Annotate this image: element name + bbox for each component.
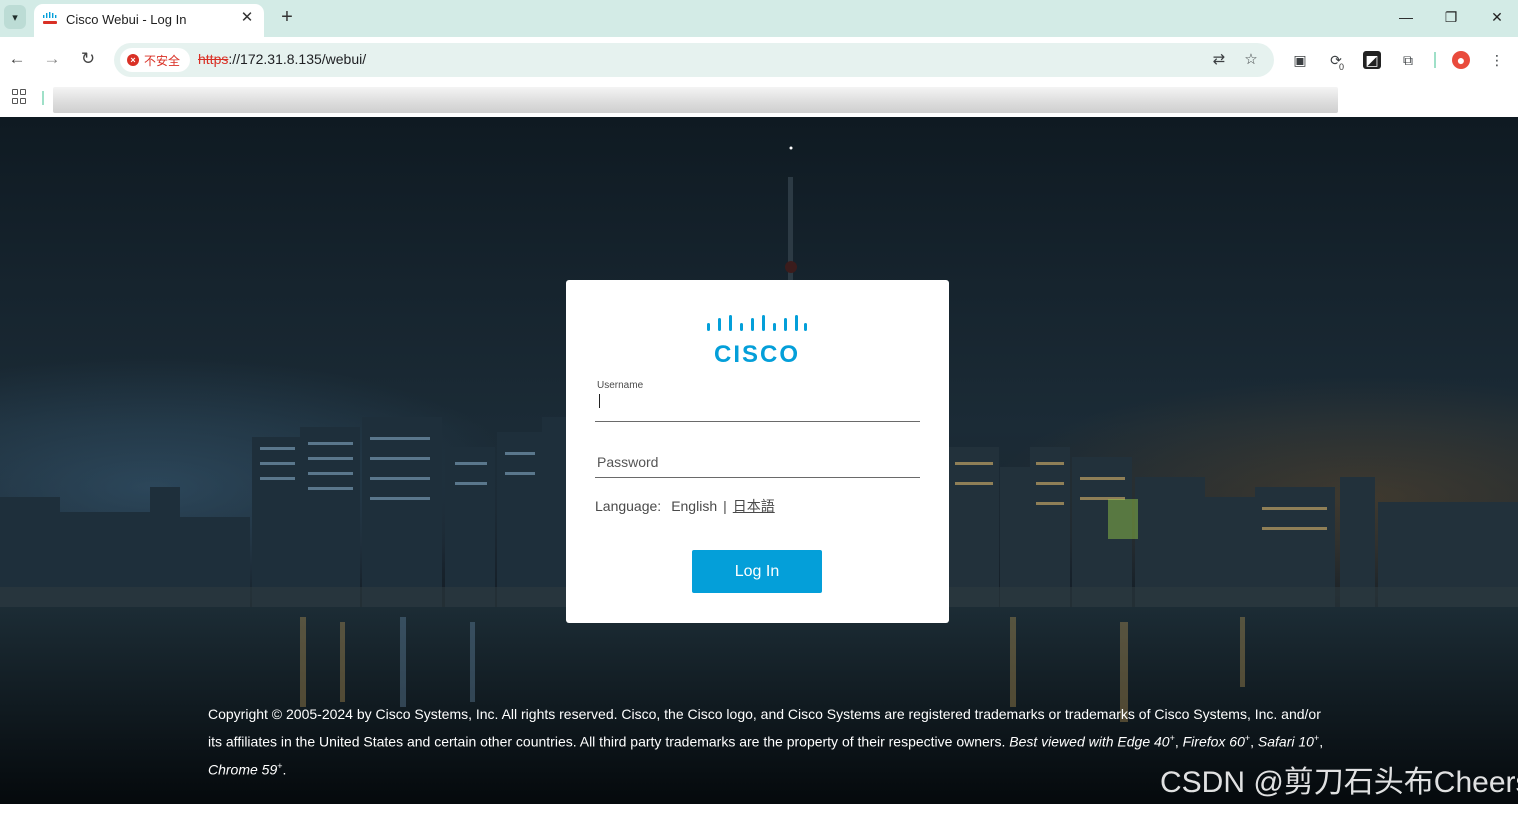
username-label: Username (597, 380, 644, 391)
login-button[interactable]: Log In (692, 550, 822, 593)
close-icon[interactable]: ✕ (238, 9, 256, 27)
svg-text:CISCO: CISCO (714, 341, 800, 366)
restore-button[interactable]: ❐ (1436, 6, 1466, 28)
best-viewed-chrome: Chrome 59 (208, 761, 278, 778)
plus-sup: + (1244, 733, 1251, 743)
plus-sup: + (1169, 733, 1175, 743)
tab-title: Cisco Webui - Log In (66, 12, 187, 27)
reload-icon: ↻ (80, 49, 96, 68)
extension-badge: 0 (1339, 62, 1345, 72)
toolbar-divider (1434, 52, 1436, 68)
tab-cisco-webui[interactable]: Cisco Webui - Log In ✕ (34, 4, 264, 37)
tab-strip: ▾ Cisco Webui - Log In ✕ + — ❐ ✕ (0, 0, 1518, 37)
password-placeholder: Password (597, 454, 659, 470)
back-button[interactable]: ← (6, 48, 28, 70)
insecure-icon: × (127, 54, 139, 66)
plus-sup: + (1313, 733, 1320, 743)
cisco-favicon-icon (43, 12, 57, 24)
bookmark-star-icon[interactable]: ☆ (1242, 51, 1260, 69)
security-chip[interactable]: × 不安全 (120, 48, 190, 72)
cisco-logo-icon: CISCO (707, 315, 807, 366)
best-viewed-edge: Best viewed with Edge 40 (1009, 733, 1170, 750)
username-field[interactable]: Username (595, 380, 920, 422)
new-tab-button[interactable]: + (276, 6, 298, 28)
translate-icon[interactable]: ⇄ (1210, 51, 1228, 69)
arrow-left-icon: ← (8, 49, 26, 68)
login-card: CISCO Username Password Language: English… (566, 280, 949, 623)
reload-button[interactable]: ↻ (77, 48, 99, 70)
language-label: Language: (595, 498, 662, 514)
address-bar[interactable]: × 不安全 https://172.31.8.135/webui/ ⇄ ☆ (114, 43, 1274, 77)
bookmarks-bar (0, 83, 1518, 117)
best-viewed-safari: Safari 10 (1257, 733, 1314, 750)
chevron-down-icon: ▾ (12, 11, 18, 24)
plus-sup: + (277, 760, 283, 771)
text-caret (599, 394, 600, 408)
minimize-button[interactable]: — (1391, 6, 1421, 28)
arrow-right-icon: → (43, 49, 61, 68)
tab-search-button[interactable]: ▾ (4, 5, 26, 29)
page-bottom-strip (0, 804, 1518, 815)
browser-toolbar: ← → ↻ × 不安全 https://172.31.8.135/webui/ … (0, 37, 1518, 83)
forward-button[interactable]: → (41, 48, 63, 70)
blurred-bookmarks (53, 87, 1338, 113)
chart-extension-icon[interactable]: ◩ (1363, 51, 1381, 69)
language-selector: Language: English | 日本語 (595, 496, 775, 516)
url-text[interactable]: https://172.31.8.135/webui/ (198, 51, 366, 67)
security-chip-label: 不安全 (144, 54, 181, 68)
login-page-background: CISCO Username Password Language: English… (0, 117, 1518, 804)
password-field[interactable]: Password (595, 446, 920, 478)
language-separator: | (723, 498, 727, 514)
language-japanese-link[interactable]: 日本語 (733, 498, 775, 514)
csdn-watermark: CSDN @剪刀石头布Cheers (1160, 766, 1518, 799)
best-viewed-firefox: Firefox 60 (1182, 733, 1245, 750)
more-menu-icon[interactable]: ⋮ (1488, 51, 1506, 69)
apps-grid-icon[interactable] (12, 89, 28, 105)
puzzle-icon[interactable]: ⧉ (1399, 51, 1417, 69)
profile-avatar-icon[interactable]: ● (1452, 51, 1470, 69)
language-english-link[interactable]: English (671, 498, 717, 514)
bookmarks-divider (42, 91, 44, 105)
extension-icon[interactable]: ▣ (1291, 51, 1309, 69)
window-close-button[interactable]: ✕ (1482, 6, 1512, 28)
